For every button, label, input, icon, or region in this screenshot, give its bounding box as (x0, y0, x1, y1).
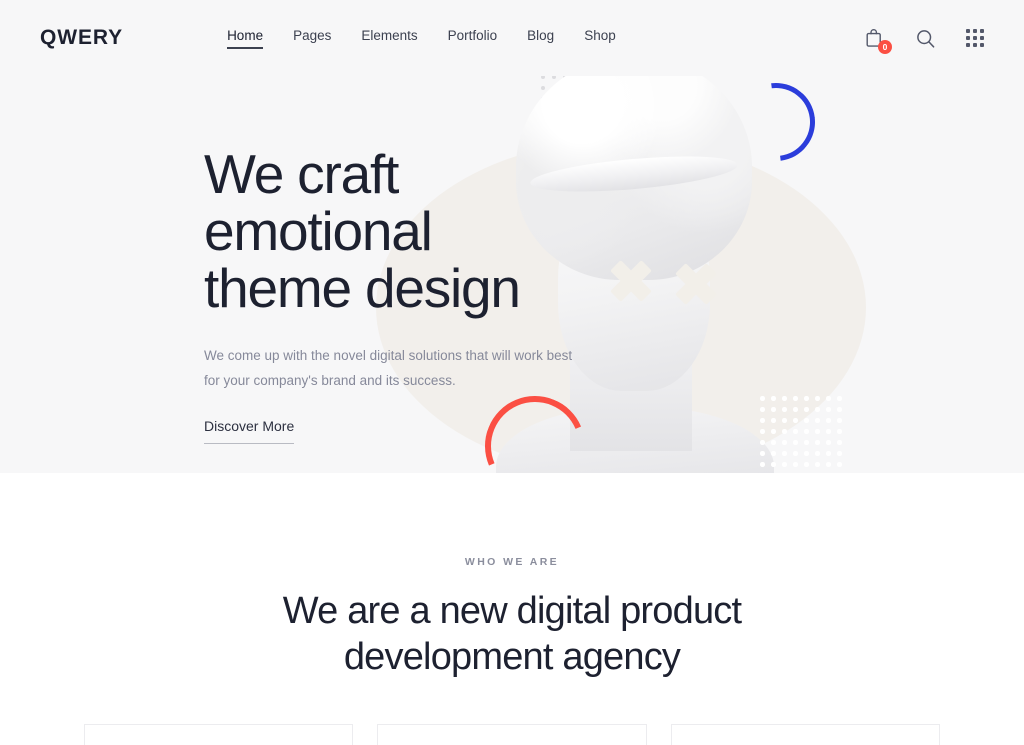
dot (826, 418, 831, 423)
cart-count-badge: 0 (878, 40, 892, 54)
dot (815, 462, 820, 467)
dot (815, 429, 820, 434)
dot (771, 440, 776, 445)
feature-card[interactable] (670, 723, 940, 745)
dot (760, 429, 765, 434)
dot (804, 451, 809, 456)
dot (760, 440, 765, 445)
main-navigation: Home Pages Elements Portfolio Blog Shop (227, 28, 616, 49)
dot (782, 440, 787, 445)
feature-card[interactable] (377, 723, 647, 745)
dot (826, 451, 831, 456)
hero-title-line2: theme design (204, 257, 521, 320)
section-title: We are a new digital product development… (0, 588, 1024, 681)
dot (980, 43, 984, 47)
dot (837, 451, 842, 456)
section-title-line2: development agency (343, 636, 681, 679)
page-root: We craft emotional theme design We come … (0, 0, 1024, 745)
x-mark-right-eye-icon (672, 260, 720, 308)
who-we-are-section: WHO WE ARE We are a new digital product … (0, 473, 1024, 745)
dot (782, 451, 787, 456)
dot (760, 418, 765, 423)
dot (837, 407, 842, 412)
hero-subtitle: We come up with the novel digital soluti… (204, 347, 573, 388)
dot (966, 29, 970, 33)
dot (837, 440, 842, 445)
dot (793, 418, 798, 423)
dot-grid-bottom-right (760, 396, 848, 473)
dot (793, 407, 798, 412)
nav-item-shop[interactable]: Shop (584, 28, 616, 48)
search-icon[interactable] (912, 25, 938, 51)
dot (826, 396, 831, 401)
nav-item-blog[interactable]: Blog (527, 28, 554, 48)
dot (804, 429, 809, 434)
dot (804, 440, 809, 445)
dot (980, 36, 984, 40)
dot (826, 462, 831, 467)
dot (782, 462, 787, 467)
dot (815, 418, 820, 423)
dot (973, 43, 977, 47)
dot (782, 396, 787, 401)
dot (815, 407, 820, 412)
dot (771, 407, 776, 412)
dot (760, 396, 765, 401)
dot (966, 36, 970, 40)
dot (980, 29, 984, 33)
dot (837, 462, 842, 467)
dot (771, 462, 776, 467)
section-title-line1: We are a new digital product (282, 590, 742, 632)
dot (804, 418, 809, 423)
dot (771, 429, 776, 434)
site-header: QWERY Home Pages Elements Portfolio Blog Shop… (0, 0, 1024, 76)
dot (804, 407, 809, 412)
dot (826, 440, 831, 445)
nav-item-home[interactable]: Home (227, 28, 264, 49)
grid-menu-icon[interactable] (962, 25, 988, 51)
hero-content: We craft emotional theme design We come … (204, 143, 634, 473)
dot (782, 407, 787, 412)
dot (973, 29, 977, 33)
dot (782, 429, 787, 434)
logo[interactable]: QWERY (40, 26, 123, 50)
dot (826, 407, 831, 412)
dot (815, 440, 820, 445)
feature-card[interactable] (84, 723, 354, 745)
dot (815, 396, 820, 401)
dot (782, 418, 787, 423)
dot (760, 451, 765, 456)
dot (793, 440, 798, 445)
dot (966, 43, 970, 47)
dot (804, 462, 809, 467)
nav-item-pages[interactable]: Pages (293, 28, 331, 48)
shopping-bag-icon[interactable]: 0 (862, 25, 892, 54)
dot (793, 429, 798, 434)
dot (837, 418, 842, 423)
nav-item-portfolio[interactable]: Portfolio (448, 28, 498, 48)
dot (804, 396, 809, 401)
feature-cards (0, 723, 1024, 745)
header-actions: 0 (862, 25, 988, 54)
dot (815, 451, 820, 456)
dot (793, 462, 798, 467)
dot (826, 429, 831, 434)
dot (837, 429, 842, 434)
dot (771, 418, 776, 423)
hero-title: We craft emotional theme design (204, 143, 634, 320)
dot (793, 451, 798, 456)
dot (760, 407, 765, 412)
discover-more-link[interactable]: Discover More (204, 418, 295, 444)
hero-title-line1: We craft emotional (204, 143, 433, 263)
nav-item-elements[interactable]: Elements (361, 28, 417, 48)
section-eyebrow: WHO WE ARE (464, 556, 560, 568)
dot (837, 396, 842, 401)
grid-dots (966, 29, 984, 47)
dot (771, 396, 776, 401)
dot (760, 462, 765, 467)
dot (793, 396, 798, 401)
dot (973, 36, 977, 40)
dot (771, 451, 776, 456)
